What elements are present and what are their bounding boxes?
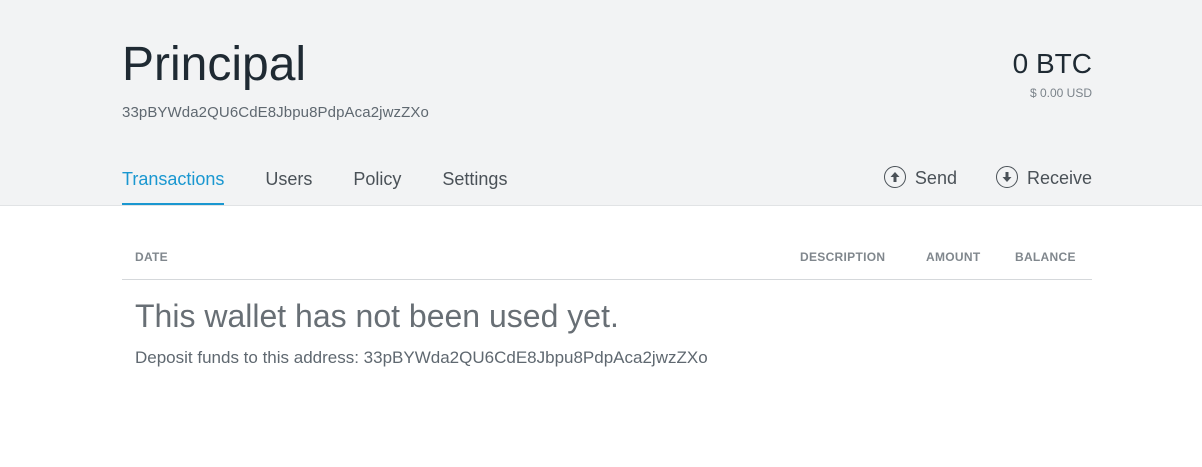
empty-state-title: This wallet has not been used yet.: [135, 298, 619, 334]
wallet-header: Principal 33pBYWda2QU6CdE8Jbpu8PdpAca2jw…: [0, 0, 1202, 206]
tab-transactions[interactable]: Transactions: [122, 165, 225, 205]
arrow-up-circle-icon: [883, 165, 906, 188]
tab-policy[interactable]: Policy: [353, 165, 401, 205]
column-balance[interactable]: BALANCE: [1015, 250, 1076, 264]
tab-settings[interactable]: Settings: [442, 165, 507, 205]
wallet-name: Principal: [122, 38, 307, 91]
receive-label: Receive: [1026, 168, 1092, 188]
transactions-table-header: DATE DESCRIPTION AMOUNT BALANCE: [122, 250, 1092, 280]
arrow-down-circle-icon: [995, 165, 1018, 188]
balance-usd: $ 0.00 USD: [1029, 86, 1092, 100]
receive-button[interactable]: Receive: [995, 164, 1092, 189]
wallet-actions: Send Receive: [883, 164, 1092, 189]
column-description[interactable]: DESCRIPTION: [800, 250, 885, 264]
column-date[interactable]: DATE: [135, 250, 168, 264]
empty-state-message: Deposit funds to this address: 33pBYWda2…: [135, 348, 708, 367]
column-amount[interactable]: AMOUNT: [926, 250, 980, 264]
balance-btc: 0 BTC: [1012, 48, 1092, 79]
wallet-tabs: Transactions Users Policy Settings: [122, 165, 548, 205]
tab-users[interactable]: Users: [265, 165, 312, 205]
send-label: Send: [914, 168, 957, 188]
wallet-address: 33pBYWda2QU6CdE8Jbpu8PdpAca2jwzZXo: [122, 104, 429, 121]
send-button[interactable]: Send: [883, 164, 957, 189]
